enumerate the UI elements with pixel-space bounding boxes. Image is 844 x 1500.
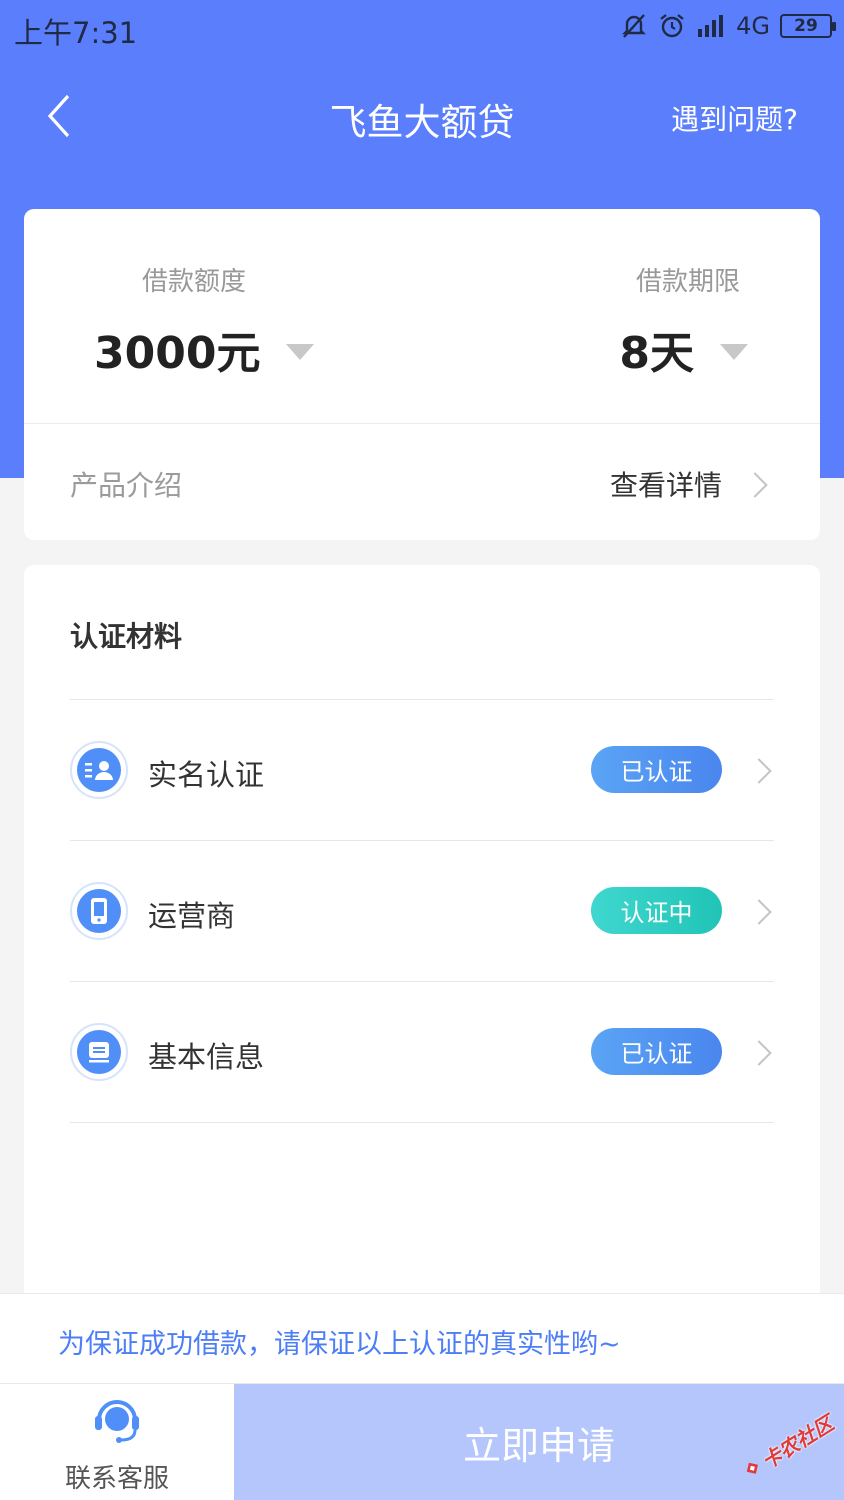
product-intro-row[interactable]: 产品介绍 查看详情 [24, 424, 820, 540]
watermark-text: 卡农社区 [756, 1410, 838, 1474]
dropdown-triangle-icon [720, 344, 748, 360]
id-card-icon [70, 741, 128, 799]
chevron-right-icon [742, 472, 768, 498]
cert-item-carrier[interactable]: 运营商 认证中 [70, 841, 774, 981]
status-badge: 已认证 [591, 1028, 722, 1075]
tip-text: 为保证成功借款，请保证以上认证的真实性哟~ [58, 1329, 621, 1360]
dropdown-triangle-icon [286, 344, 315, 360]
amount-value: 3000元 [94, 328, 261, 379]
contact-service-label: 联系客服 [64, 1464, 169, 1494]
apply-now-label: 立即申请 [462, 1424, 615, 1468]
view-details-link: 查看详情 [609, 469, 722, 502]
amount-selector[interactable]: 3000元 [94, 317, 315, 381]
cert-item-label: 运营商 [148, 899, 236, 933]
help-link[interactable]: 遇到问题? [671, 98, 798, 138]
cert-item-basic-info[interactable]: 基本信息 已认证 [70, 982, 774, 1122]
status-icons: 4G 29 [620, 12, 836, 40]
status-badge: 认证中 [591, 887, 722, 934]
cert-title: 认证材料 [70, 620, 183, 653]
tip-bar: 为保证成功借款，请保证以上认证的真实性哟~ [0, 1293, 844, 1383]
status-time: 上午7:31 [14, 16, 138, 50]
contact-service-button[interactable]: 联系客服 [0, 1384, 234, 1500]
loan-card: 借款额度 借款期限 3000元 8天 产品介绍 查看详情 [24, 209, 820, 540]
phone-icon [70, 882, 128, 940]
divider [70, 1122, 774, 1123]
amount-label: 借款额度 [142, 267, 247, 297]
battery-icon: 29 [780, 14, 836, 38]
chevron-right-icon [746, 899, 772, 925]
bottom-bar: 联系客服 立即申请 [0, 1383, 844, 1500]
mute-bell-icon [620, 12, 648, 40]
info-card-icon [70, 1023, 128, 1081]
intro-label: 产品介绍 [70, 469, 183, 502]
chevron-right-icon [746, 1040, 772, 1066]
term-selector[interactable]: 8天 [619, 317, 748, 381]
status-badge: 已认证 [591, 746, 722, 793]
battery-level: 29 [794, 16, 818, 36]
status-bar: 上午7:31 4G 29 [0, 0, 844, 58]
cert-item-realname[interactable]: 实名认证 已认证 [70, 700, 774, 840]
chevron-right-icon [746, 758, 772, 784]
alarm-icon [658, 12, 686, 40]
term-label: 借款期限 [635, 267, 740, 297]
term-value: 8天 [619, 328, 694, 379]
cert-item-label: 实名认证 [148, 758, 265, 792]
cert-card: 认证材料 实名认证 已认证 运营商 认证中 基本信息 已认证 [24, 565, 820, 1325]
headset-agent-icon [95, 1400, 139, 1443]
signal-icon [696, 13, 726, 39]
cert-item-label: 基本信息 [148, 1040, 265, 1074]
network-type: 4G [736, 12, 770, 40]
